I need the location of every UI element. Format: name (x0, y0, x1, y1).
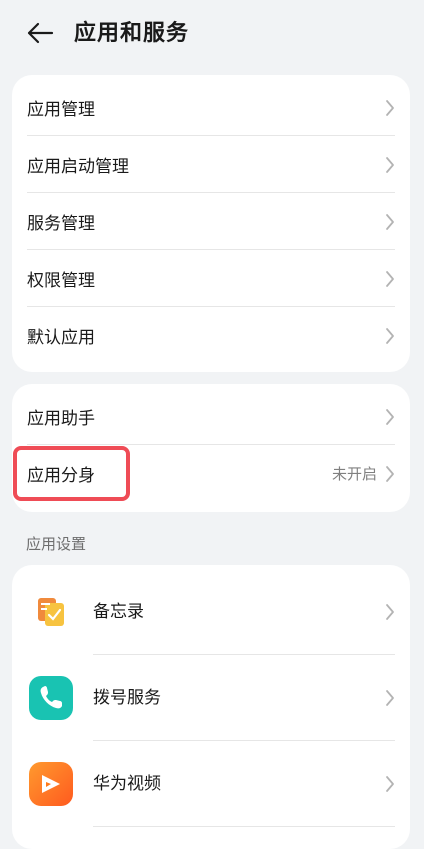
item-label: 应用助手 (27, 409, 95, 429)
page-title: 应用和服务 (74, 21, 190, 46)
video-play-icon (29, 762, 73, 806)
chevron-right-icon (386, 270, 394, 287)
item-label: 权限管理 (27, 271, 95, 291)
chevron-right-icon (386, 327, 394, 344)
list-item-notepad[interactable]: 备忘录 (12, 569, 410, 655)
chevron-right-icon (386, 213, 394, 230)
chevron-right-icon (386, 690, 394, 706)
section-title: 应用设置 (26, 535, 87, 553)
list-item-service-management[interactable]: 服务管理 (12, 193, 410, 250)
status-value: 未开启 (331, 465, 377, 483)
highlight-box (13, 446, 130, 501)
chevron-right-icon (386, 156, 394, 173)
phone-icon (29, 676, 73, 720)
item-label: 默认应用 (27, 328, 95, 348)
chevron-right-icon (386, 604, 394, 620)
list-item-app-launch-management[interactable]: 应用启动管理 (12, 136, 410, 193)
item-label: 服务管理 (27, 214, 95, 234)
header: 应用和服务 (0, 0, 424, 68)
chevron-right-icon (386, 776, 394, 792)
list-item-default-apps[interactable]: 默认应用 (12, 307, 410, 364)
arrow-left-icon (27, 22, 54, 44)
item-label: 应用管理 (27, 100, 95, 120)
chevron-right-icon (386, 465, 394, 482)
list-item-app-assistant[interactable]: 应用助手 (12, 388, 410, 445)
item-label: 备忘录 (93, 602, 144, 622)
settings-card-management: 应用管理 应用启动管理 服务管理 权限管理 默认应用 (12, 75, 410, 372)
list-item-app-management[interactable]: 应用管理 (12, 79, 410, 136)
divider (93, 826, 395, 827)
list-item-dialer-service[interactable]: 拨号服务 (12, 655, 410, 741)
chevron-right-icon (386, 408, 394, 425)
item-label: 拨号服务 (93, 688, 161, 708)
item-label: 华为视频 (93, 774, 161, 794)
list-item-huawei-video[interactable]: 华为视频 (12, 741, 410, 827)
back-button[interactable] (20, 16, 60, 50)
chevron-right-icon (386, 99, 394, 116)
settings-card-apps: 备忘录 拨号服务 华为视频 (12, 565, 410, 849)
list-item-permission-management[interactable]: 权限管理 (12, 250, 410, 307)
notepad-icon (29, 590, 73, 634)
item-label: 应用启动管理 (27, 157, 129, 177)
